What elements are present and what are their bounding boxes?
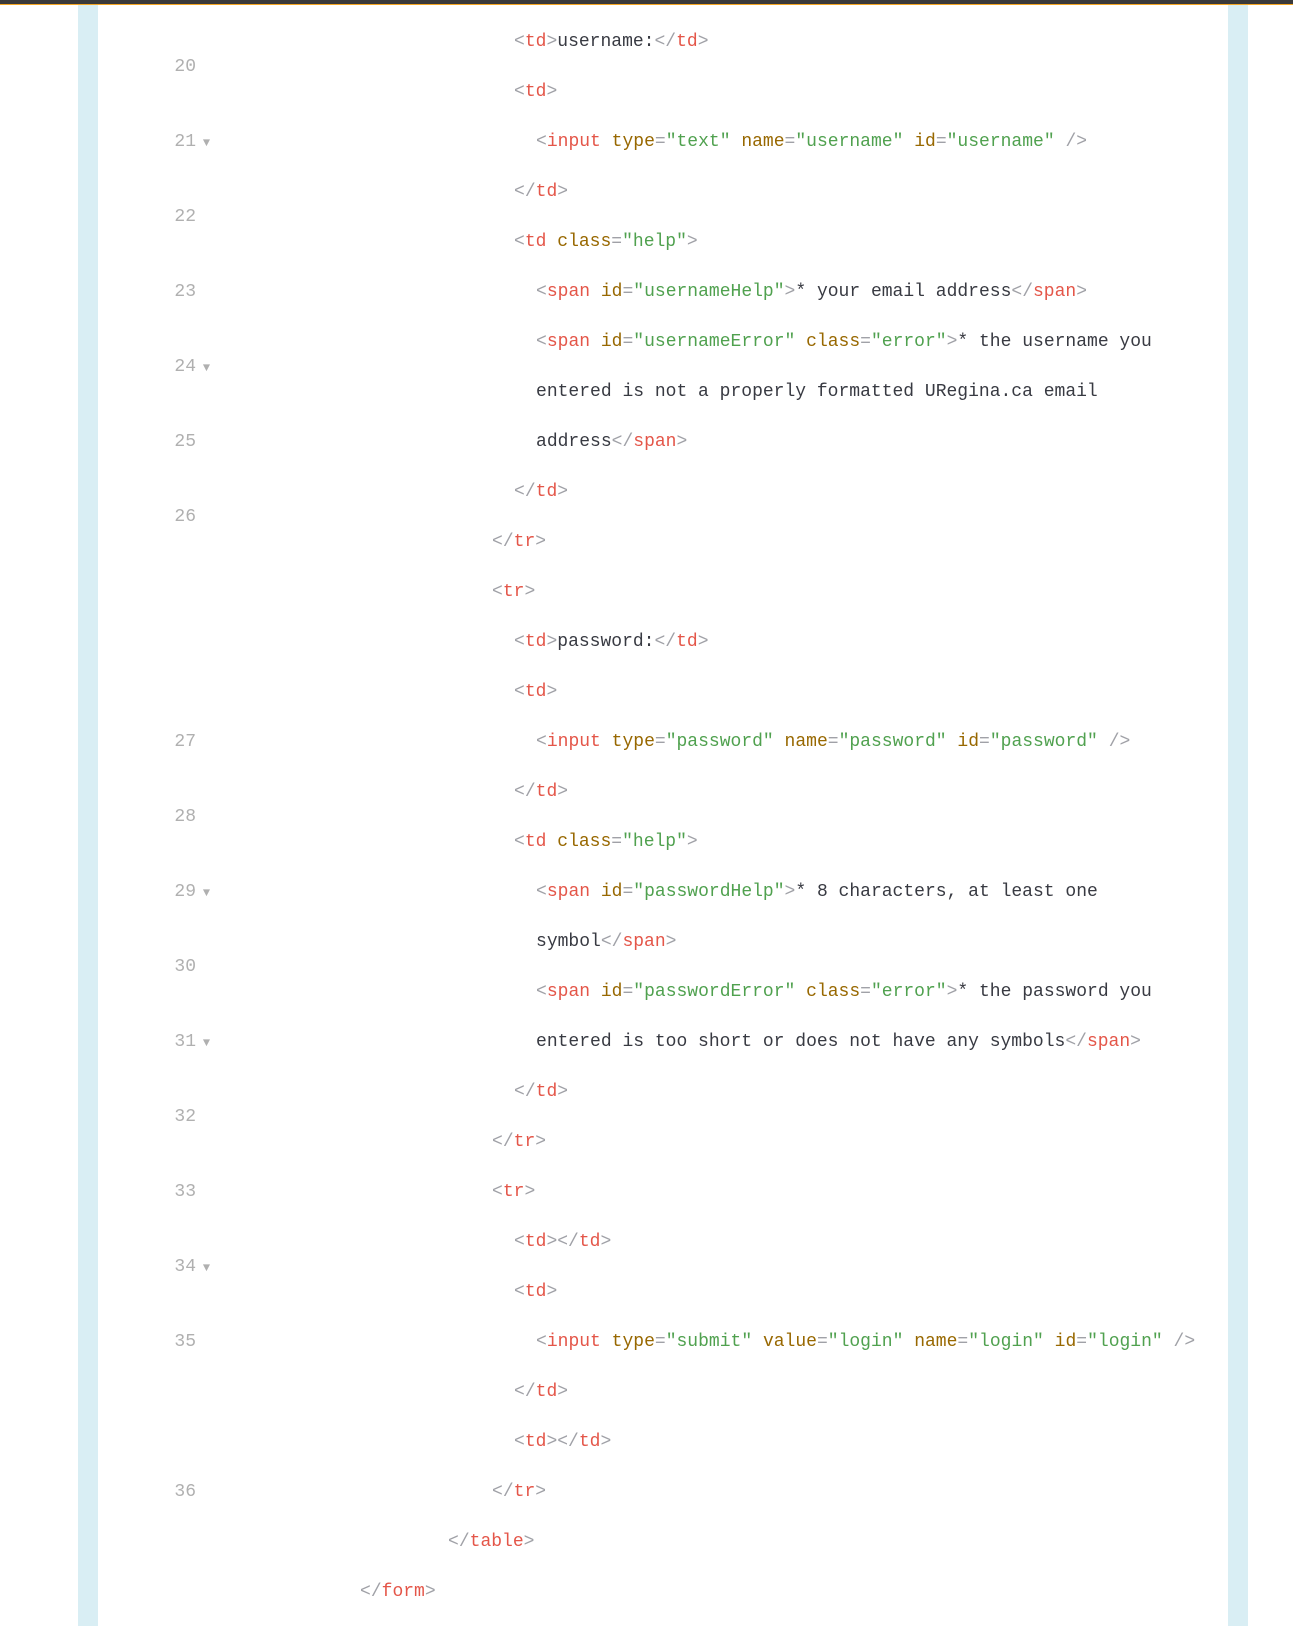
line-number: 25 (102, 430, 210, 455)
code-line: <td> (228, 680, 1228, 705)
code-line: <input type="submit" value="login" name=… (228, 1330, 1228, 1355)
line-number: 35 (102, 1330, 210, 1355)
code-line: address</span> (228, 430, 1228, 455)
code-line: </table> (228, 1530, 1228, 1555)
code-line: <input type="text" name="username" id="u… (228, 130, 1228, 155)
code-line: </td> (228, 1080, 1228, 1105)
line-number: 22 (102, 205, 210, 230)
line-number-gutter: 20 21▼ 22 23 24▼ 25 26 27 28 29▼ 30 31▼ … (98, 5, 228, 1626)
line-number: 23 (102, 280, 210, 305)
code-line: <td class="help"> (228, 230, 1228, 255)
line-number: 34▼ (102, 1255, 210, 1280)
code-line: <span id="passwordHelp">* 8 characters, … (228, 880, 1228, 905)
line-number: 20 (102, 55, 210, 80)
line-number: 27 (102, 730, 210, 755)
code-line: entered is too short or does not have an… (228, 1030, 1228, 1055)
code-editor[interactable]: 20 21▼ 22 23 24▼ 25 26 27 28 29▼ 30 31▼ … (98, 5, 1228, 1626)
code-content[interactable]: <td>username:</td> <td> <input type="tex… (228, 5, 1228, 1626)
line-number: 31▼ (102, 1030, 210, 1055)
code-line: </tr> (228, 1480, 1228, 1505)
code-line: </td> (228, 1380, 1228, 1405)
code-line: </td> (228, 180, 1228, 205)
line-number: 26 (102, 505, 210, 530)
code-line: <td></td> (228, 1230, 1228, 1255)
line-number: 21▼ (102, 130, 210, 155)
fold-triangle-icon[interactable]: ▼ (196, 1031, 210, 1056)
code-inner-frame: 20 21▼ 22 23 24▼ 25 26 27 28 29▼ 30 31▼ … (98, 5, 1228, 1626)
code-line: <span id="usernameError" class="error">*… (228, 330, 1228, 355)
line-number: 30 (102, 955, 210, 980)
code-line: <span id="passwordError" class="error">*… (228, 980, 1228, 1005)
line-number: 33 (102, 1180, 210, 1205)
code-line: </tr> (228, 1130, 1228, 1155)
code-line: <td>username:</td> (228, 30, 1228, 55)
line-number: 28 (102, 805, 210, 830)
code-line: <td>password:</td> (228, 630, 1228, 655)
code-line: <td> (228, 80, 1228, 105)
line-number: 36 (102, 1480, 210, 1505)
fold-triangle-icon[interactable]: ▼ (196, 881, 210, 906)
fold-triangle-icon[interactable]: ▼ (196, 131, 210, 156)
code-line: <td> (228, 1280, 1228, 1305)
code-line: <span id="usernameHelp">* your email add… (228, 280, 1228, 305)
code-line: symbol</span> (228, 930, 1228, 955)
code-line: entered is not a properly formatted UReg… (228, 380, 1228, 405)
code-line: <tr> (228, 1180, 1228, 1205)
code-line: </td> (228, 480, 1228, 505)
code-line: </form> (228, 1580, 1228, 1605)
line-number: 29▼ (102, 880, 210, 905)
code-outer-frame: 20 21▼ 22 23 24▼ 25 26 27 28 29▼ 30 31▼ … (78, 5, 1248, 1626)
code-line: <td class="help"> (228, 830, 1228, 855)
code-line: <tr> (228, 580, 1228, 605)
code-line: </td> (228, 780, 1228, 805)
fold-triangle-icon[interactable]: ▼ (196, 356, 210, 381)
code-line: <input type="password" name="password" i… (228, 730, 1228, 755)
code-line: </tr> (228, 530, 1228, 555)
fold-triangle-icon[interactable]: ▼ (196, 1256, 210, 1281)
line-number: 32 (102, 1105, 210, 1130)
code-line: <td></td> (228, 1430, 1228, 1455)
line-number: 24▼ (102, 355, 210, 380)
